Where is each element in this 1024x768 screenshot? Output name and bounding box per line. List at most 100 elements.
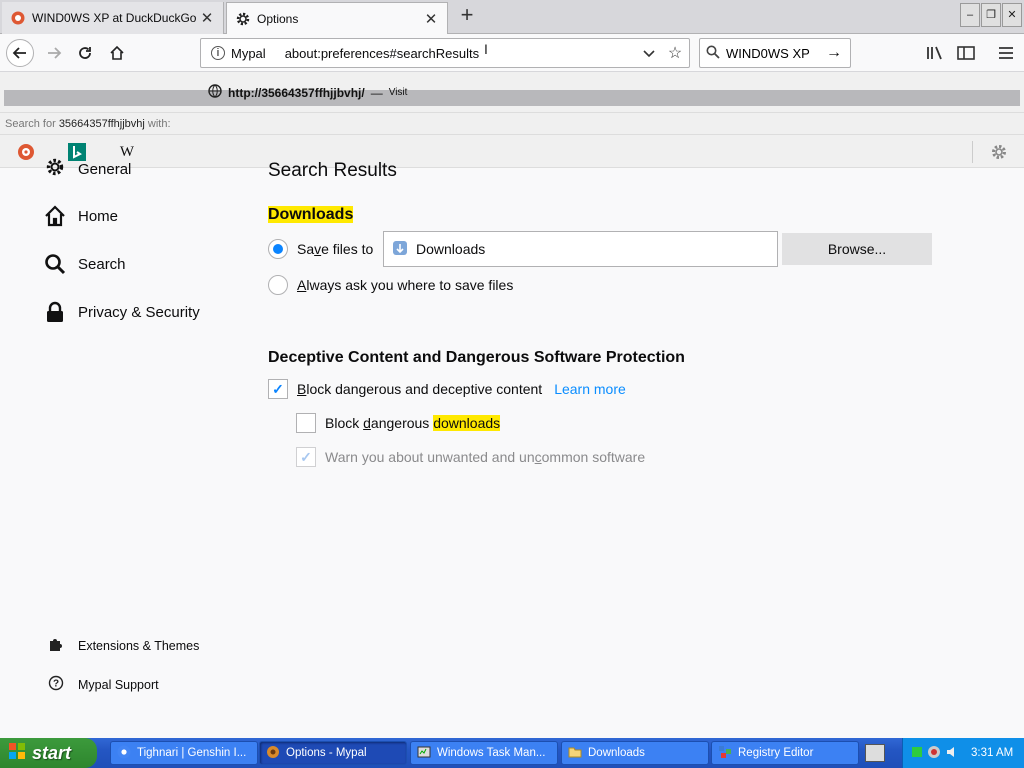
identity-label: Mypal <box>231 45 281 61</box>
protection-heading: Deceptive Content and Dangerous Software… <box>268 349 685 366</box>
lock-icon <box>44 301 66 323</box>
search-input[interactable] <box>726 45 822 61</box>
support-link[interactable]: ? Mypal Support <box>48 675 159 694</box>
sidebar-item-home[interactable]: Home <box>44 205 118 227</box>
downloads-heading: Downloads <box>268 206 354 224</box>
home-icon <box>110 45 124 60</box>
windows-logo-icon <box>8 742 26 765</box>
window-controls: – ❐ ✕ <box>960 3 1022 27</box>
warn-unwanted-checkbox: ✓ <box>296 447 316 467</box>
taskbar-item-label: Tighnari | Genshin I... <box>137 747 247 759</box>
downloads-heading-text: Downloads <box>268 206 354 223</box>
block-downloads-checkbox[interactable] <box>296 413 316 433</box>
browse-button[interactable]: Browse... <box>782 233 932 265</box>
svg-text:?: ? <box>53 679 59 690</box>
url-bar[interactable]: i Mypal about:preferences#searchResults … <box>200 38 690 68</box>
warn-unwanted-label: Warn you about unwanted and uncommon sof… <box>325 449 646 465</box>
block-downloads-label: Block dangerous downloads <box>325 415 501 431</box>
save-files-option[interactable]: Save files to <box>268 239 373 259</box>
start-button[interactable]: start <box>0 738 97 768</box>
taskbar-item-registry-editor[interactable]: Registry Editor <box>711 741 859 765</box>
learn-more-link[interactable]: Learn more <box>554 381 626 397</box>
taskbar-item-task-manager[interactable]: Windows Task Man... <box>410 741 558 765</box>
search-box[interactable]: → <box>699 38 851 68</box>
always-ask-option[interactable]: Always ask you where to save files <box>268 275 513 295</box>
close-tab-icon[interactable]: ✕ <box>423 10 439 28</box>
taskbar-item-label: Windows Task Man... <box>437 747 546 759</box>
always-ask-label: Always ask you where to save files <box>297 277 514 293</box>
system-tray: 3:31 AM <box>902 738 1024 768</box>
block-deceptive-option[interactable]: ✓ Block dangerous and deceptive content … <box>268 379 626 399</box>
downloads-folder-icon <box>392 240 408 259</box>
reload-icon <box>79 47 91 59</box>
tab-duckduckgo[interactable]: WIND0WS XP at DuckDuckGo ✕ <box>2 2 224 34</box>
taskbar-item-tighnari[interactable]: Tighnari | Genshin I... <box>110 741 258 765</box>
go-arrow-icon[interactable]: → <box>822 44 846 62</box>
search-icon <box>44 253 66 275</box>
visit-label: Visit <box>388 87 408 98</box>
info-icon[interactable]: i <box>211 46 225 60</box>
taskbar-item-label: Options - Mypal <box>286 747 367 759</box>
close-tab-icon[interactable]: ✕ <box>199 9 215 27</box>
gear-icon[interactable] <box>989 142 1009 162</box>
globe-icon <box>208 84 222 101</box>
search-for-prefix: Search for <box>5 118 56 130</box>
sidebar-toggle-icon[interactable] <box>955 42 977 64</box>
sidebar-item-search[interactable]: Search <box>44 253 126 275</box>
footer-label: Extensions & Themes <box>78 638 200 653</box>
sidebar-item-general[interactable]: General <box>44 158 131 178</box>
extensions-themes-link[interactable]: Extensions & Themes <box>48 636 199 655</box>
text-cursor-icon: I <box>484 41 488 57</box>
taskbar: start Tighnari | Genshin I... Options - … <box>0 738 1024 768</box>
puzzle-icon <box>48 636 64 655</box>
visit-suggestion[interactable]: http://35664357ffhjjbvhj/ — Visit <box>208 84 407 101</box>
navigation-toolbar: i Mypal about:preferences#searchResults … <box>0 34 1024 72</box>
page-title: Search Results <box>268 160 397 181</box>
reload-button[interactable] <box>71 39 99 67</box>
url-text[interactable]: about:preferences#searchResults <box>285 46 637 61</box>
keyboard-icon[interactable] <box>865 744 885 762</box>
bookmark-star-icon[interactable]: ☆ <box>661 43 689 63</box>
sidebar-item-label: Search <box>78 255 126 273</box>
network-icon[interactable] <box>911 745 923 762</box>
chevron-down-icon[interactable] <box>637 46 661 61</box>
forward-arrow-icon <box>48 47 62 59</box>
tab-options[interactable]: Options ✕ <box>226 2 448 35</box>
volume-icon[interactable] <box>945 745 959 762</box>
save-files-radio[interactable] <box>268 239 288 259</box>
taskbar-item-label: Registry Editor <box>738 747 814 759</box>
search-icon <box>700 45 726 62</box>
warn-unwanted-option: ✓ Warn you about unwanted and uncommon s… <box>296 447 645 467</box>
task-manager-icon <box>417 745 431 762</box>
tab-strip: WIND0WS XP at DuckDuckGo ✕ Options ✕ + –… <box>0 0 1024 35</box>
close-window-button[interactable]: ✕ <box>1002 3 1022 27</box>
forward-button[interactable] <box>40 39 68 67</box>
taskbar-item-downloads[interactable]: Downloads <box>561 741 709 765</box>
back-arrow-icon <box>12 47 26 59</box>
search-for-suffix: with: <box>147 118 171 130</box>
sidebar-item-privacy[interactable]: Privacy & Security <box>44 301 200 323</box>
download-folder-field[interactable]: Downloads <box>383 231 778 267</box>
duckduckgo-engine-icon[interactable] <box>16 142 36 162</box>
new-tab-button[interactable]: + <box>455 4 479 28</box>
minimize-button[interactable]: – <box>960 3 980 27</box>
back-button[interactable] <box>6 39 34 67</box>
library-icon[interactable] <box>924 42 946 64</box>
block-deceptive-checkbox[interactable]: ✓ <box>268 379 288 399</box>
security-icon[interactable] <box>927 745 941 762</box>
taskbar-item-options-mypal[interactable]: Options - Mypal <box>259 741 407 765</box>
search-for-row: Search for 35664357ffhjjbvhj with: <box>0 112 1024 134</box>
popup-selected-row[interactable] <box>4 90 1020 106</box>
visit-separator: — <box>370 85 383 100</box>
block-downloads-option[interactable]: Block dangerous downloads <box>296 413 501 433</box>
menu-icon[interactable] <box>995 42 1017 64</box>
home-button[interactable] <box>103 39 131 67</box>
divider <box>972 141 973 163</box>
footer-label: Mypal Support <box>78 677 159 692</box>
folder-icon <box>568 745 582 762</box>
restore-button[interactable]: ❐ <box>981 3 1001 27</box>
taskbar-item-label: Downloads <box>588 747 645 759</box>
always-ask-radio[interactable] <box>268 275 288 295</box>
search-engines-row: W <box>0 134 1024 168</box>
start-label: start <box>32 742 72 763</box>
